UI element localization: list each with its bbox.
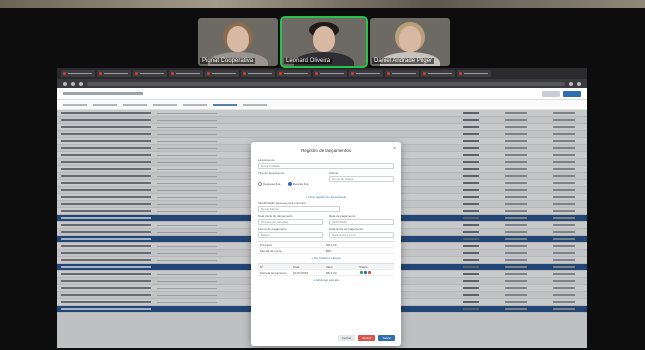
reload-icon[interactable] <box>79 81 83 86</box>
add-installment-link[interactable]: + Adicionar parcela <box>258 278 394 282</box>
table-row[interactable]: Parcela lançamento 01/07/2025 R$ 0,00 <box>258 270 394 276</box>
favicon-icon <box>207 72 210 75</box>
field-label: Identificação (apenas para controle) <box>258 201 306 205</box>
header-secondary-button[interactable] <box>542 90 560 97</box>
field-label: Data início do lançamento <box>258 214 293 218</box>
browser-tab[interactable] <box>421 70 455 77</box>
browser-tab[interactable] <box>169 70 203 77</box>
favicon-icon <box>243 72 246 75</box>
radio-fixed-income[interactable] <box>287 181 292 186</box>
filter-tab[interactable] <box>183 103 207 106</box>
modal-footer: Fechar Excluir Salvar <box>338 335 395 341</box>
favicon-icon <box>135 72 138 75</box>
radio-fixed-expense[interactable] <box>258 181 262 186</box>
participant-name: Leonard Oliveira <box>284 58 333 64</box>
browser-tab[interactable] <box>385 70 419 77</box>
filter-tab[interactable] <box>153 103 177 106</box>
browser-tab[interactable] <box>457 70 491 77</box>
field-label: Data de pagamento <box>329 214 356 218</box>
browser-tab[interactable] <box>61 70 95 77</box>
browser-tab[interactable] <box>241 70 275 77</box>
favicon-icon <box>423 72 426 75</box>
shared-screen: Registro de lançamentos × Lançamento Nov… <box>57 68 587 348</box>
browser-tab[interactable] <box>205 70 239 77</box>
app-header <box>57 88 587 100</box>
participant-tile[interactable]: Pignat Cooperativa <box>198 18 278 66</box>
participant-name: Daniel Andrade Pilger <box>372 58 435 64</box>
modal-title: Registro de lançamentos <box>301 148 351 153</box>
create-record-link[interactable]: + Criar registro de lançamento <box>258 195 394 199</box>
favicon-icon <box>387 72 390 75</box>
favicon-icon <box>351 72 354 75</box>
header-primary-button[interactable] <box>563 90 581 97</box>
save-button[interactable]: Salvar <box>378 335 395 341</box>
payment-method-select[interactable]: Boleto <box>258 232 323 238</box>
transaction-modal: Registro de lançamentos × Lançamento Nov… <box>251 142 401 346</box>
shared-screen-top-edge <box>0 0 645 8</box>
video-participant-strip: Pignat Cooperativa Leonard Oliveira Dani… <box>198 16 450 68</box>
browser-tab[interactable] <box>349 70 383 77</box>
filter-tab-selected[interactable] <box>213 103 237 106</box>
close-button[interactable]: Fechar <box>338 335 356 341</box>
field-label: Lançamento <box>258 158 275 162</box>
filter-tab[interactable] <box>123 103 147 106</box>
browser-tab[interactable] <box>313 70 347 77</box>
client-input[interactable]: Nome do cliente <box>329 176 394 182</box>
view-history-link[interactable]: + Ver histórico valores <box>258 256 394 260</box>
favicon-icon <box>279 72 282 75</box>
filter-tabs <box>57 100 587 110</box>
browser-address-bar <box>57 79 587 88</box>
favicon-icon <box>171 72 174 75</box>
favicon-icon <box>99 72 102 75</box>
url-field[interactable] <box>87 81 565 86</box>
participant-face <box>313 26 335 52</box>
back-icon[interactable] <box>63 81 67 86</box>
browser-tab-bar <box>57 68 587 79</box>
delete-button[interactable]: Excluir <box>358 335 376 341</box>
filter-tab[interactable] <box>63 103 87 106</box>
participant-face <box>399 26 421 52</box>
forward-icon[interactable] <box>71 81 75 86</box>
close-icon[interactable]: × <box>393 146 396 152</box>
favicon-icon <box>315 72 318 75</box>
filter-tab[interactable] <box>93 103 117 106</box>
field-label: Forma de pagamento <box>258 227 287 231</box>
participant-face <box>227 26 249 52</box>
favicon-icon <box>459 72 462 75</box>
modal-backdrop[interactable]: Registro de lançamentos × Lançamento Nov… <box>57 110 587 348</box>
installments-table: Nº Data Valor Status Parcela lançamento … <box>258 263 394 276</box>
table-row: Moeda da conta BRL <box>258 248 394 254</box>
filter-tab[interactable] <box>243 103 267 106</box>
extension-icon[interactable] <box>569 81 573 86</box>
browser-tab[interactable] <box>277 70 311 77</box>
page-title <box>63 92 143 95</box>
participant-tile-active-speaker[interactable]: Leonard Oliveira <box>280 16 368 68</box>
delete-icon[interactable] <box>368 270 371 274</box>
browser-tab[interactable] <box>97 70 131 77</box>
payment-limit-input[interactable]: Data limite e hora <box>329 232 394 238</box>
participant-name: Pignat Cooperativa <box>200 58 256 64</box>
check-icon[interactable] <box>360 270 363 274</box>
browser-tab[interactable] <box>133 70 167 77</box>
favicon-icon <box>63 72 66 75</box>
participant-tile[interactable]: Daniel Andrade Pilger <box>370 18 450 66</box>
edit-icon[interactable] <box>364 270 367 274</box>
field-label: Data limite de pagamento <box>329 227 364 231</box>
profile-icon[interactable] <box>577 81 581 86</box>
totals-table: Principal R$ 0,00 Moeda da conta BRL <box>258 241 394 254</box>
field-label: Cliente <box>329 171 339 175</box>
